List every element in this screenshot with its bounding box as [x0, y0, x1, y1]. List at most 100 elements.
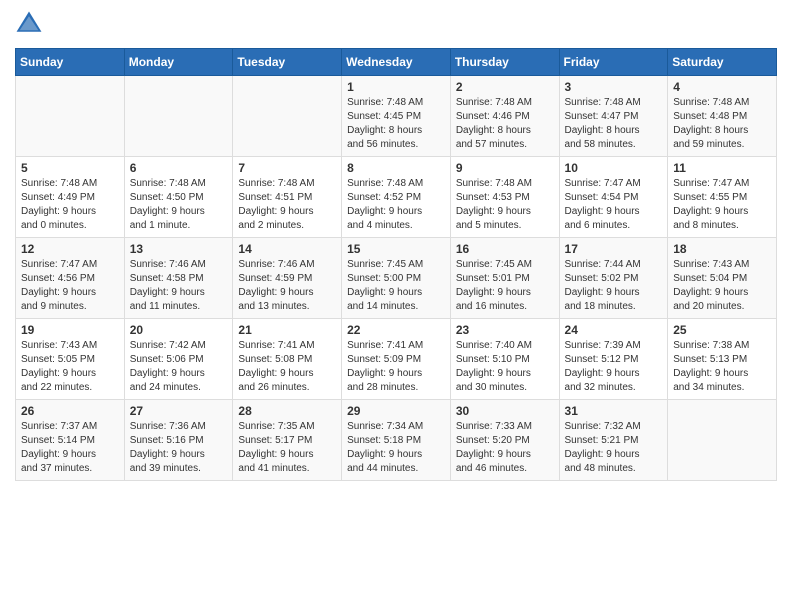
day-cell: 21Sunrise: 7:41 AM Sunset: 5:08 PM Dayli…: [233, 319, 342, 400]
day-info: Sunrise: 7:48 AM Sunset: 4:49 PM Dayligh…: [21, 177, 119, 233]
day-cell: 13 Sunrise: 7:46 AM Sunset: 4:58 PM Dayli…: [124, 238, 233, 319]
day-header-wednesday: Wednesday: [342, 49, 451, 76]
day-number: 16: [456, 242, 554, 256]
day-cell: 16 Sunrise: 7:45 AM Sunset: 5:01 PM Dayli…: [450, 238, 559, 319]
day-cell: [233, 76, 342, 157]
day-info: Sunrise: 7:46 AM Sunset: 4:59 PM Dayligh…: [238, 258, 336, 314]
day-cell: 9 Sunrise: 7:48 AM Sunset: 4:53 PM Daylig…: [450, 157, 559, 238]
day-info: Sunrise: 7:40 AM Sunset: 5:10 PM Dayligh…: [456, 339, 554, 395]
day-info: Sunrise: 7:47 AM Sunset: 4:55 PM Dayligh…: [673, 177, 771, 233]
day-info: Sunrise: 7:45 AM Sunset: 5:00 PM Dayligh…: [347, 258, 445, 314]
day-info: Sunrise: 7:43 AM Sunset: 5:05 PM Dayligh…: [21, 339, 119, 395]
day-info: Sunrise: 7:48 AM Sunset: 4:53 PM Dayligh…: [456, 177, 554, 233]
day-number: 14: [238, 242, 336, 256]
day-number: 6: [130, 161, 228, 175]
logo: [15, 10, 47, 38]
day-number: 12: [21, 242, 119, 256]
calendar-table: SundayMondayTuesdayWednesdayThursdayFrid…: [15, 48, 777, 481]
day-cell: 20 Sunrise: 7:42 AM Sunset: 5:06 PM Dayli…: [124, 319, 233, 400]
day-cell: 14 Sunrise: 7:46 AM Sunset: 4:59 PM Dayli…: [233, 238, 342, 319]
day-cell: 17Sunrise: 7:44 AM Sunset: 5:02 PM Dayli…: [559, 238, 668, 319]
day-number: 20: [130, 323, 228, 337]
day-info: Sunrise: 7:36 AM Sunset: 5:16 PM Dayligh…: [130, 420, 228, 476]
day-cell: [16, 76, 125, 157]
day-info: Sunrise: 7:46 AM Sunset: 4:58 PM Dayligh…: [130, 258, 228, 314]
main-container: SundayMondayTuesdayWednesdayThursdayFrid…: [0, 0, 792, 496]
day-cell: 18 Sunrise: 7:43 AM Sunset: 5:04 PM Dayli…: [668, 238, 777, 319]
day-cell: 12 Sunrise: 7:47 AM Sunset: 4:56 PM Dayli…: [16, 238, 125, 319]
day-info: Sunrise: 7:38 AM Sunset: 5:13 PM Dayligh…: [673, 339, 771, 395]
day-number: 10: [565, 161, 663, 175]
day-info: Sunrise: 7:39 AM Sunset: 5:12 PM Dayligh…: [565, 339, 663, 395]
day-number: 15: [347, 242, 445, 256]
day-info: Sunrise: 7:41 AM Sunset: 5:08 PM Dayligh…: [238, 339, 336, 395]
week-row-3: 19 Sunrise: 7:43 AM Sunset: 5:05 PM Dayli…: [16, 319, 777, 400]
day-cell: [124, 76, 233, 157]
day-cell: 6 Sunrise: 7:48 AM Sunset: 4:50 PM Daylig…: [124, 157, 233, 238]
day-number: 17: [565, 242, 663, 256]
day-cell: 30 Sunrise: 7:33 AM Sunset: 5:20 PM Dayli…: [450, 400, 559, 481]
day-number: 13: [130, 242, 228, 256]
day-cell: 26 Sunrise: 7:37 AM Sunset: 5:14 PM Dayli…: [16, 400, 125, 481]
week-row-1: 5 Sunrise: 7:48 AM Sunset: 4:49 PM Daylig…: [16, 157, 777, 238]
day-info: Sunrise: 7:48 AM Sunset: 4:51 PM Dayligh…: [238, 177, 336, 233]
day-number: 9: [456, 161, 554, 175]
header: [15, 10, 777, 38]
day-info: Sunrise: 7:48 AM Sunset: 4:50 PM Dayligh…: [130, 177, 228, 233]
day-info: Sunrise: 7:41 AM Sunset: 5:09 PM Dayligh…: [347, 339, 445, 395]
day-info: Sunrise: 7:48 AM Sunset: 4:45 PM Dayligh…: [347, 96, 445, 152]
day-cell: 28Sunrise: 7:35 AM Sunset: 5:17 PM Dayli…: [233, 400, 342, 481]
day-info: Sunrise: 7:48 AM Sunset: 4:48 PM Dayligh…: [673, 96, 771, 152]
header-row: SundayMondayTuesdayWednesdayThursdayFrid…: [16, 49, 777, 76]
week-row-2: 12 Sunrise: 7:47 AM Sunset: 4:56 PM Dayli…: [16, 238, 777, 319]
day-number: 25: [673, 323, 771, 337]
day-header-friday: Friday: [559, 49, 668, 76]
day-number: 22: [347, 323, 445, 337]
day-cell: 27 Sunrise: 7:36 AM Sunset: 5:16 PM Dayli…: [124, 400, 233, 481]
day-number: 1: [347, 80, 445, 94]
day-info: Sunrise: 7:43 AM Sunset: 5:04 PM Dayligh…: [673, 258, 771, 314]
day-cell: 19 Sunrise: 7:43 AM Sunset: 5:05 PM Dayli…: [16, 319, 125, 400]
day-info: Sunrise: 7:33 AM Sunset: 5:20 PM Dayligh…: [456, 420, 554, 476]
day-cell: 1 Sunrise: 7:48 AM Sunset: 4:45 PM Daylig…: [342, 76, 451, 157]
day-cell: 23 Sunrise: 7:40 AM Sunset: 5:10 PM Dayli…: [450, 319, 559, 400]
week-row-0: 1 Sunrise: 7:48 AM Sunset: 4:45 PM Daylig…: [16, 76, 777, 157]
day-cell: 31 Sunrise: 7:32 AM Sunset: 5:21 PM Dayli…: [559, 400, 668, 481]
day-info: Sunrise: 7:47 AM Sunset: 4:56 PM Dayligh…: [21, 258, 119, 314]
day-header-tuesday: Tuesday: [233, 49, 342, 76]
day-number: 8: [347, 161, 445, 175]
day-info: Sunrise: 7:48 AM Sunset: 4:52 PM Dayligh…: [347, 177, 445, 233]
day-info: Sunrise: 7:35 AM Sunset: 5:17 PM Dayligh…: [238, 420, 336, 476]
day-cell: 8 Sunrise: 7:48 AM Sunset: 4:52 PM Daylig…: [342, 157, 451, 238]
day-info: Sunrise: 7:32 AM Sunset: 5:21 PM Dayligh…: [565, 420, 663, 476]
day-header-saturday: Saturday: [668, 49, 777, 76]
day-cell: 25 Sunrise: 7:38 AM Sunset: 5:13 PM Dayli…: [668, 319, 777, 400]
day-number: 24: [565, 323, 663, 337]
day-info: Sunrise: 7:34 AM Sunset: 5:18 PM Dayligh…: [347, 420, 445, 476]
day-header-sunday: Sunday: [16, 49, 125, 76]
day-cell: 5 Sunrise: 7:48 AM Sunset: 4:49 PM Daylig…: [16, 157, 125, 238]
day-number: 18: [673, 242, 771, 256]
day-cell: 3 Sunrise: 7:48 AM Sunset: 4:47 PM Daylig…: [559, 76, 668, 157]
day-cell: 24 Sunrise: 7:39 AM Sunset: 5:12 PM Dayli…: [559, 319, 668, 400]
day-number: 31: [565, 404, 663, 418]
day-number: 11: [673, 161, 771, 175]
day-info: Sunrise: 7:48 AM Sunset: 4:47 PM Dayligh…: [565, 96, 663, 152]
day-cell: 22 Sunrise: 7:41 AM Sunset: 5:09 PM Dayli…: [342, 319, 451, 400]
day-info: Sunrise: 7:42 AM Sunset: 5:06 PM Dayligh…: [130, 339, 228, 395]
day-header-thursday: Thursday: [450, 49, 559, 76]
day-number: 3: [565, 80, 663, 94]
day-number: 26: [21, 404, 119, 418]
day-info: Sunrise: 7:37 AM Sunset: 5:14 PM Dayligh…: [21, 420, 119, 476]
day-number: 5: [21, 161, 119, 175]
day-number: 29: [347, 404, 445, 418]
day-info: Sunrise: 7:47 AM Sunset: 4:54 PM Dayligh…: [565, 177, 663, 233]
day-number: 23: [456, 323, 554, 337]
day-cell: 2Sunrise: 7:48 AM Sunset: 4:46 PM Daylig…: [450, 76, 559, 157]
day-number: 30: [456, 404, 554, 418]
day-header-monday: Monday: [124, 49, 233, 76]
day-cell: 4Sunrise: 7:48 AM Sunset: 4:48 PM Daylig…: [668, 76, 777, 157]
day-number: 27: [130, 404, 228, 418]
day-info: Sunrise: 7:45 AM Sunset: 5:01 PM Dayligh…: [456, 258, 554, 314]
day-number: 19: [21, 323, 119, 337]
